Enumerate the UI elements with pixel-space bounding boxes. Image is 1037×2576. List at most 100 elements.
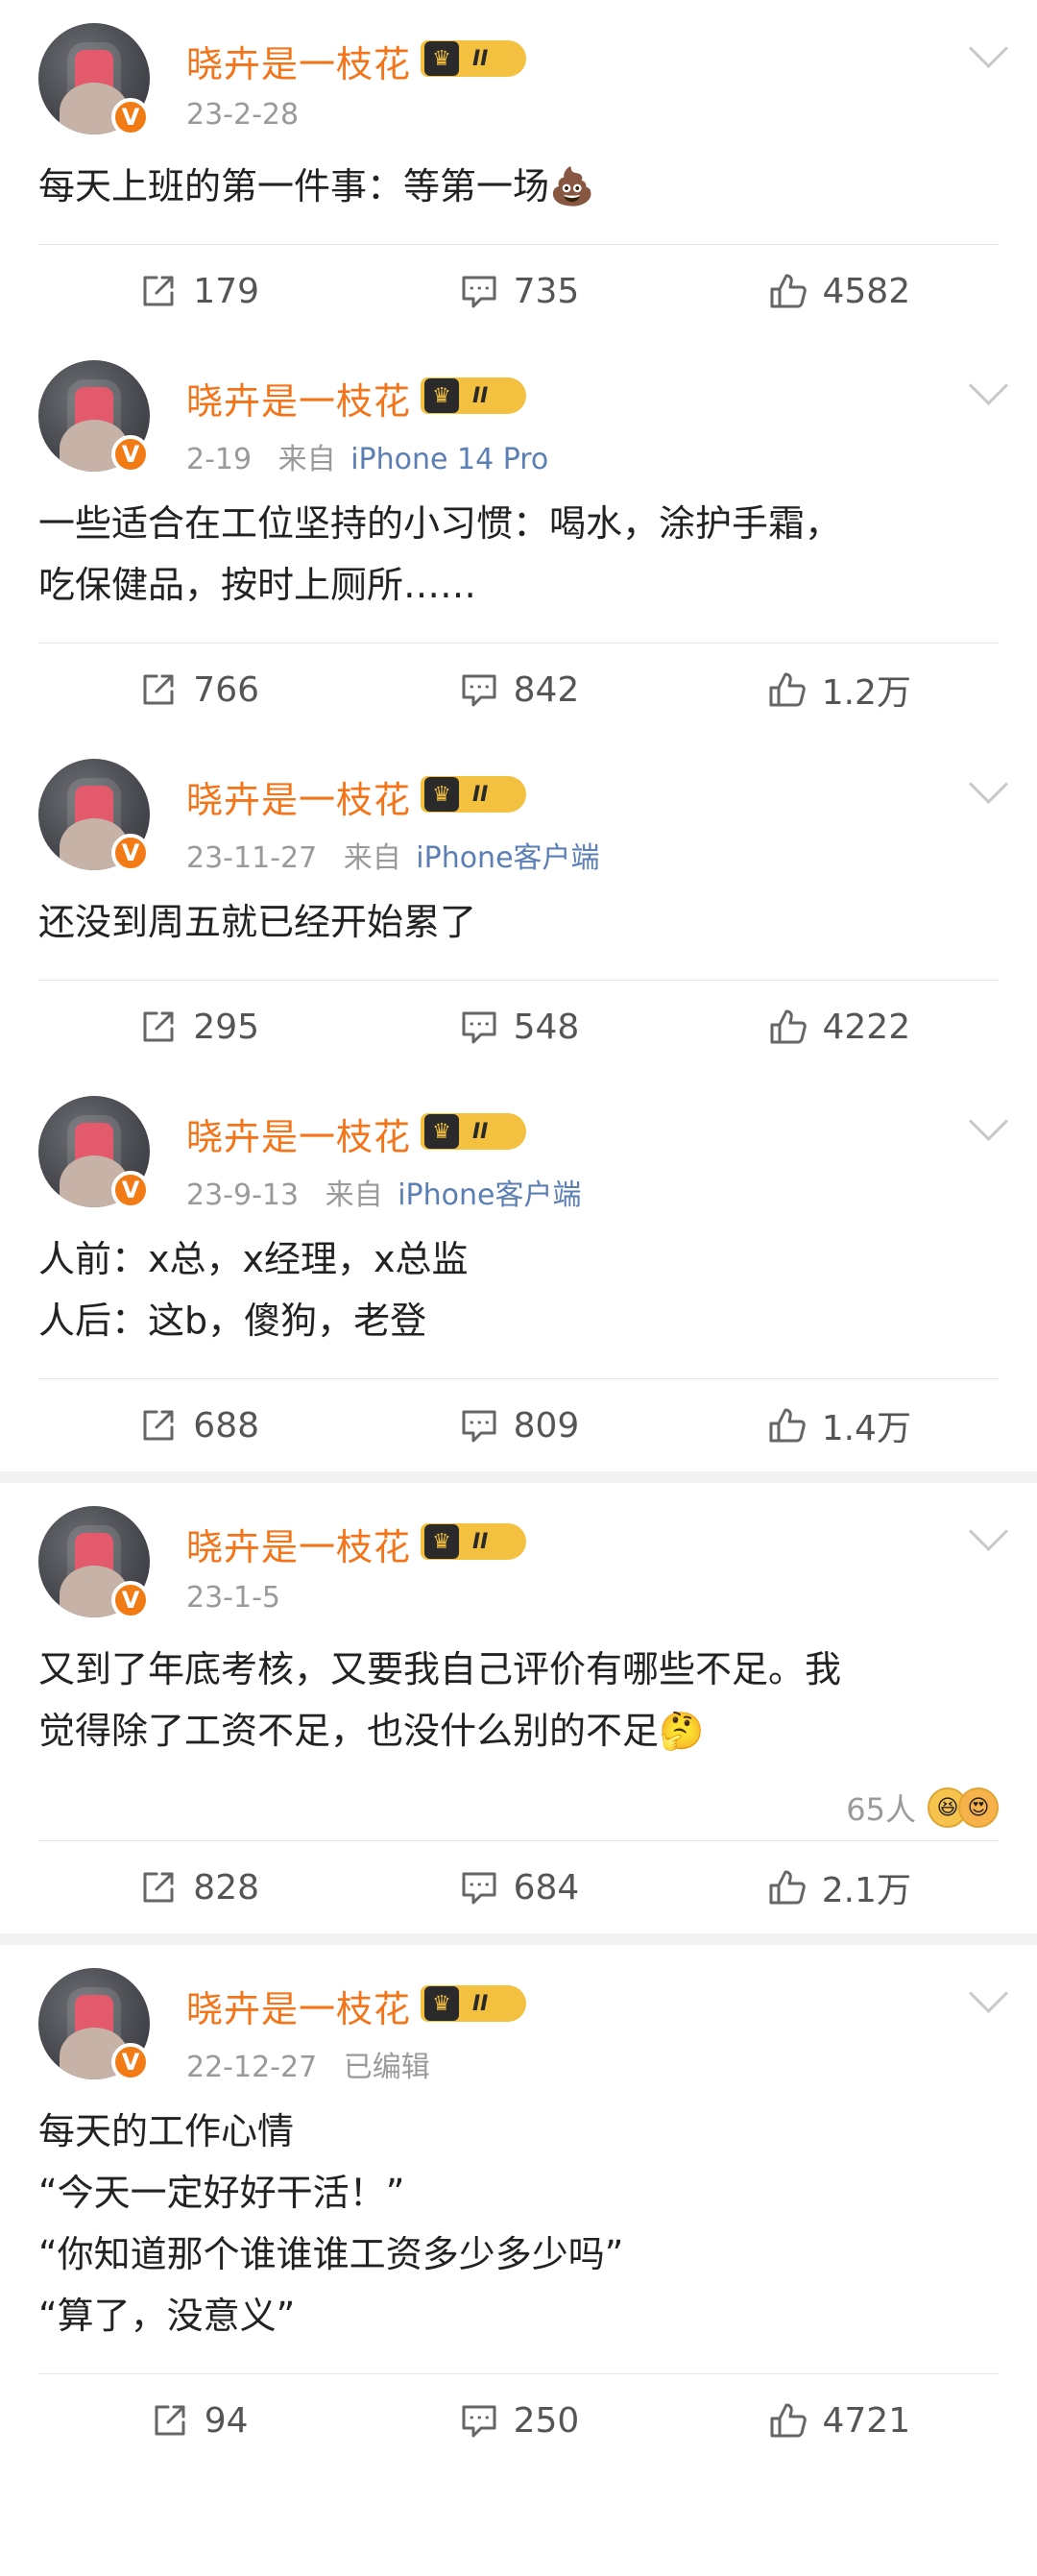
comment-button[interactable]: 548 — [358, 981, 678, 1073]
post-date: 23-11-27 — [186, 841, 318, 875]
reaction-count: 65人 — [846, 1791, 916, 1828]
post-meta: 22-12-27 已编辑 — [186, 2043, 436, 2085]
repost-count: 94 — [204, 2400, 249, 2441]
repost-icon — [143, 1872, 174, 1903]
username[interactable]: 晓卉是一枝花 — [186, 372, 411, 425]
comment-icon — [462, 1011, 496, 1044]
post-header: V 晓卉是一枝花 ♛ II 23-9-13 来自 iPhone客户端 — [0, 1073, 1037, 1236]
post-header: V 晓卉是一枝花 ♛ II 22-12-27 已编辑 — [0, 1945, 1037, 2108]
repost-count: 828 — [193, 1867, 260, 1908]
comment-count: 684 — [513, 1867, 580, 1908]
repost-icon — [143, 674, 174, 705]
chevron-down-icon[interactable] — [968, 1511, 1009, 1552]
like-button[interactable]: 1.4万 — [679, 1379, 999, 1471]
post-card: V 晓卉是一枝花 ♛ II 2-19 来自 iPhone 14 Pro 一些适合… — [0, 337, 1037, 736]
source-prefix: 来自 — [277, 443, 336, 476]
post-text: 每天的工作心情 “今天一定好好干活！” “你知道那个谁谁谁工资多少多少吗” “算… — [38, 2110, 624, 2337]
username[interactable]: 晓卉是一枝花 — [186, 770, 411, 823]
username[interactable]: 晓卉是一枝花 — [186, 1107, 411, 1160]
comment-icon — [462, 1410, 496, 1443]
comment-count: 250 — [513, 2400, 580, 2441]
repost-button[interactable]: 179 — [38, 245, 358, 337]
post-card: V 晓卉是一枝花 ♛ II 23-2-28 每天上班的第一件事：等第一场💩 17… — [0, 0, 1037, 337]
like-button[interactable]: 4721 — [679, 2374, 999, 2467]
post-text: 一些适合在工位坚持的小习惯：喝水，涂护手霜， 吃保健品，按时上厕所…… — [38, 502, 842, 606]
comment-icon — [462, 276, 496, 308]
chevron-down-icon[interactable] — [968, 1101, 1009, 1142]
like-button[interactable]: 4222 — [679, 981, 999, 1073]
crown-icon: ♛ — [424, 378, 459, 413]
member-level-badge: ♛ II — [421, 776, 526, 813]
post-date: 23-9-13 — [186, 1179, 300, 1212]
crown-icon: ♛ — [424, 1114, 459, 1149]
post-meta: 23-9-13 来自 iPhone客户端 — [186, 1171, 581, 1213]
verified-badge-icon: V — [111, 1581, 150, 1619]
chevron-down-icon[interactable] — [968, 365, 1009, 406]
repost-button[interactable]: 94 — [38, 2374, 358, 2467]
post-date: 23-1-5 — [186, 1581, 280, 1615]
love-emoji-icon: 😍 — [958, 1787, 999, 1828]
post-card: V 晓卉是一枝花 ♛ II 23-1-5 又到了年底考核，又要我自己评价有哪些不… — [0, 1483, 1037, 1945]
repost-button[interactable]: 295 — [38, 981, 358, 1073]
comment-button[interactable]: 684 — [358, 1841, 678, 1933]
comment-button[interactable]: 735 — [358, 245, 678, 337]
device-link[interactable]: iPhone客户端 — [416, 841, 599, 875]
post-meta: 2-19 来自 iPhone 14 Pro — [186, 435, 548, 477]
like-button[interactable]: 2.1万 — [679, 1841, 999, 1933]
thumbs-up-icon — [769, 672, 806, 707]
like-count: 1.4万 — [821, 1409, 911, 1448]
member-level-badge: ♛ II — [421, 40, 526, 77]
post-date: 2-19 — [186, 443, 253, 476]
like-count: 4582 — [822, 271, 911, 311]
comment-count: 809 — [513, 1405, 580, 1446]
thumbs-up-icon — [770, 2403, 807, 2438]
comment-button[interactable]: 842 — [358, 644, 678, 736]
post-text: 还没到周五就已经开始累了 — [38, 901, 477, 943]
repost-count: 766 — [193, 669, 260, 710]
action-bar: 766 842 1.2万 — [38, 643, 999, 736]
reaction-summary[interactable]: 65人 😆 😍 — [0, 1781, 1037, 1835]
device-link[interactable]: iPhone 14 Pro — [350, 443, 548, 476]
repost-button[interactable]: 828 — [38, 1841, 358, 1933]
like-count: 2.1万 — [821, 1871, 911, 1910]
member-level-badge: ♛ II — [421, 1985, 526, 2022]
comment-button[interactable]: 250 — [358, 2374, 678, 2467]
username[interactable]: 晓卉是一枝花 — [186, 1518, 411, 1570]
comment-button[interactable]: 809 — [358, 1379, 678, 1471]
level-label: II — [472, 1991, 489, 2016]
repost-button[interactable]: 688 — [38, 1379, 358, 1471]
thumbs-up-icon — [769, 1408, 806, 1443]
repost-button[interactable]: 766 — [38, 644, 358, 736]
chevron-down-icon[interactable] — [968, 1973, 1009, 2014]
level-label: II — [472, 383, 489, 408]
comment-count: 842 — [513, 669, 580, 710]
post-header: V 晓卉是一枝花 ♛ II 2-19 来自 iPhone 14 Pro — [0, 337, 1037, 500]
post-card: V 晓卉是一枝花 ♛ II 23-9-13 来自 iPhone客户端 人前：x总… — [0, 1073, 1037, 1483]
member-level-badge: ♛ II — [421, 1523, 526, 1560]
repost-count: 295 — [193, 1007, 260, 1047]
post-card: V 晓卉是一枝花 ♛ II 23-11-27 来自 iPhone客户端 还没到周… — [0, 736, 1037, 1073]
thumbs-up-icon — [769, 1870, 806, 1905]
action-bar: 828 684 2.1万 — [38, 1840, 999, 1933]
verified-badge-icon: V — [111, 98, 150, 136]
chevron-down-icon[interactable] — [968, 28, 1009, 69]
verified-badge-icon: V — [111, 1171, 150, 1209]
repost-icon — [155, 2405, 185, 2436]
like-count: 4721 — [822, 2400, 911, 2441]
comment-count: 735 — [513, 271, 580, 311]
username[interactable]: 晓卉是一枝花 — [186, 35, 411, 87]
thumbs-up-icon — [770, 1009, 807, 1044]
device-link[interactable]: iPhone客户端 — [398, 1179, 581, 1212]
crown-icon: ♛ — [424, 1986, 459, 2021]
post-header: V 晓卉是一枝花 ♛ II 23-1-5 — [0, 1483, 1037, 1646]
action-bar: 295 548 4222 — [38, 980, 999, 1073]
like-button[interactable]: 4582 — [679, 245, 999, 337]
source-prefix: 来自 — [343, 841, 401, 875]
action-bar: 94 250 4721 — [38, 2373, 999, 2467]
source-prefix: 已编辑 — [343, 2051, 430, 2084]
like-button[interactable]: 1.2万 — [679, 644, 999, 736]
chevron-down-icon[interactable] — [968, 764, 1009, 805]
username[interactable]: 晓卉是一枝花 — [186, 1980, 411, 2032]
post-date: 22-12-27 — [186, 2051, 318, 2084]
repost-icon — [143, 1410, 174, 1441]
